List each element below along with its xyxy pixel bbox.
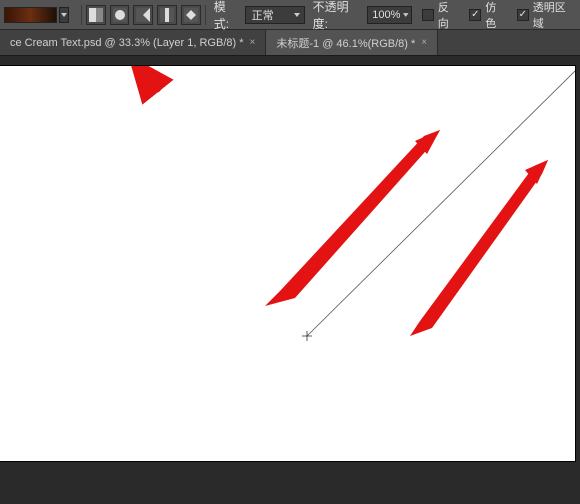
diamond-gradient-icon[interactable] <box>181 5 201 25</box>
blend-mode-select[interactable]: 正常 <box>245 6 305 24</box>
transparency-checkbox-group: 透明区域 <box>517 0 576 31</box>
reverse-label: 反向 <box>438 0 460 31</box>
opacity-label: 不透明度: <box>313 0 364 32</box>
gradient-swatch-group <box>4 7 69 23</box>
document-canvas[interactable] <box>0 66 575 461</box>
angle-gradient-icon[interactable] <box>133 5 153 25</box>
dither-label: 仿色 <box>485 0 507 31</box>
annotation-arrow <box>410 160 548 336</box>
separator <box>81 5 82 25</box>
opacity-input[interactable]: 100% <box>367 6 412 24</box>
workspace <box>0 56 580 504</box>
reflected-gradient-icon[interactable] <box>157 5 177 25</box>
document-tab-bar: ce Cream Text.psd @ 33.3% (Layer 1, RGB/… <box>0 30 580 56</box>
document-tab[interactable]: 未标题-1 @ 46.1%(RGB/8) * × <box>266 30 438 55</box>
dither-checkbox[interactable] <box>469 9 481 21</box>
close-icon[interactable]: × <box>250 37 256 48</box>
gradient-swatch[interactable] <box>4 7 57 23</box>
mode-label: 模式: <box>214 0 241 32</box>
annotation-overlay <box>0 66 575 461</box>
dither-checkbox-group: 仿色 <box>469 0 506 31</box>
gradient-picker-dropdown[interactable] <box>59 7 69 23</box>
tab-label: ce Cream Text.psd @ 33.3% (Layer 1, RGB/… <box>10 37 244 49</box>
transparency-checkbox[interactable] <box>517 9 529 21</box>
transparency-label: 透明区域 <box>533 0 576 31</box>
document-tab[interactable]: ce Cream Text.psd @ 33.3% (Layer 1, RGB/… <box>0 30 266 55</box>
reverse-checkbox-group: 反向 <box>422 0 459 31</box>
options-bar: 模式: 正常 不透明度: 100% 反向 仿色 透明区域 <box>0 0 580 30</box>
radial-gradient-icon[interactable] <box>110 5 130 25</box>
annotation-arrow <box>265 130 440 306</box>
blend-mode-value: 正常 <box>252 7 274 23</box>
reverse-checkbox[interactable] <box>422 9 434 21</box>
annotation-arrow <box>133 66 160 91</box>
close-icon[interactable]: × <box>421 37 427 48</box>
linear-gradient-icon[interactable] <box>86 5 106 25</box>
tab-label: 未标题-1 @ 46.1%(RGB/8) * <box>276 35 415 51</box>
opacity-value: 100% <box>372 9 400 21</box>
separator <box>205 5 206 25</box>
